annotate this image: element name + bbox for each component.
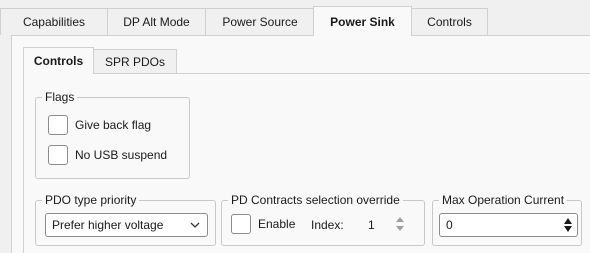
enable-override-checkbox[interactable]: Enable bbox=[231, 214, 295, 234]
subtab-label: Controls bbox=[33, 54, 84, 68]
spin-arrows-icon[interactable] bbox=[563, 215, 573, 235]
tab-controls[interactable]: Controls bbox=[411, 8, 488, 35]
give-back-flag-label: Give back flag bbox=[75, 118, 152, 132]
max-current-input[interactable]: 0 bbox=[439, 213, 578, 237]
contract-override-group: PD Contracts selection override Enable I… bbox=[221, 193, 425, 246]
subtab-label: SPR PDOs bbox=[104, 55, 165, 69]
subtab-spr-pdos[interactable]: SPR PDOs bbox=[93, 49, 177, 74]
max-current-value: 0 bbox=[446, 218, 453, 232]
pdo-priority-title: PDO type priority bbox=[42, 193, 140, 207]
tab-power-source[interactable]: Power Source bbox=[205, 8, 315, 35]
subtab-controls[interactable]: Controls bbox=[23, 47, 94, 74]
give-back-flag-checkbox[interactable]: Give back flag bbox=[48, 115, 151, 135]
checkbox-box[interactable] bbox=[48, 115, 68, 135]
index-spin-icon[interactable] bbox=[395, 214, 405, 234]
tab-capabilities[interactable]: Capabilities bbox=[0, 8, 108, 35]
pdo-priority-select[interactable]: Prefer higher voltage bbox=[45, 213, 208, 237]
tab-label: Power Source bbox=[222, 15, 298, 29]
tab-label: Controls bbox=[427, 15, 472, 29]
flags-group-title: Flags bbox=[42, 90, 78, 104]
pdo-priority-value: Prefer higher voltage bbox=[52, 218, 164, 232]
no-usb-suspend-label: No USB suspend bbox=[75, 148, 168, 162]
tab-power-sink[interactable]: Power Sink bbox=[313, 6, 412, 36]
index-value[interactable]: 1 bbox=[368, 218, 375, 232]
checkbox-box[interactable] bbox=[48, 145, 68, 165]
main-tab-bar: Capabilities DP Alt Mode Power Source Po… bbox=[0, 0, 590, 36]
flags-group: Flags Give back flag No USB suspend bbox=[35, 90, 190, 179]
index-label: Index: bbox=[311, 218, 344, 232]
enable-label: Enable bbox=[258, 217, 296, 231]
max-current-title: Max Operation Current bbox=[439, 193, 568, 207]
checkbox-box[interactable] bbox=[231, 214, 251, 234]
pdo-priority-group: PDO type priority Prefer higher voltage bbox=[35, 193, 216, 246]
spin-arrows-icon[interactable] bbox=[395, 214, 405, 234]
tab-dp-alt-mode[interactable]: DP Alt Mode bbox=[107, 8, 206, 35]
max-current-group: Max Operation Current 0 bbox=[432, 193, 582, 246]
tab-label: DP Alt Mode bbox=[123, 15, 190, 29]
no-usb-suspend-checkbox[interactable]: No USB suspend bbox=[48, 145, 167, 165]
tab-label: Capabilities bbox=[22, 15, 86, 29]
chevron-down-icon bbox=[190, 222, 200, 228]
tab-label: Power Sink bbox=[330, 14, 395, 29]
contract-override-title: PD Contracts selection override bbox=[228, 193, 403, 207]
